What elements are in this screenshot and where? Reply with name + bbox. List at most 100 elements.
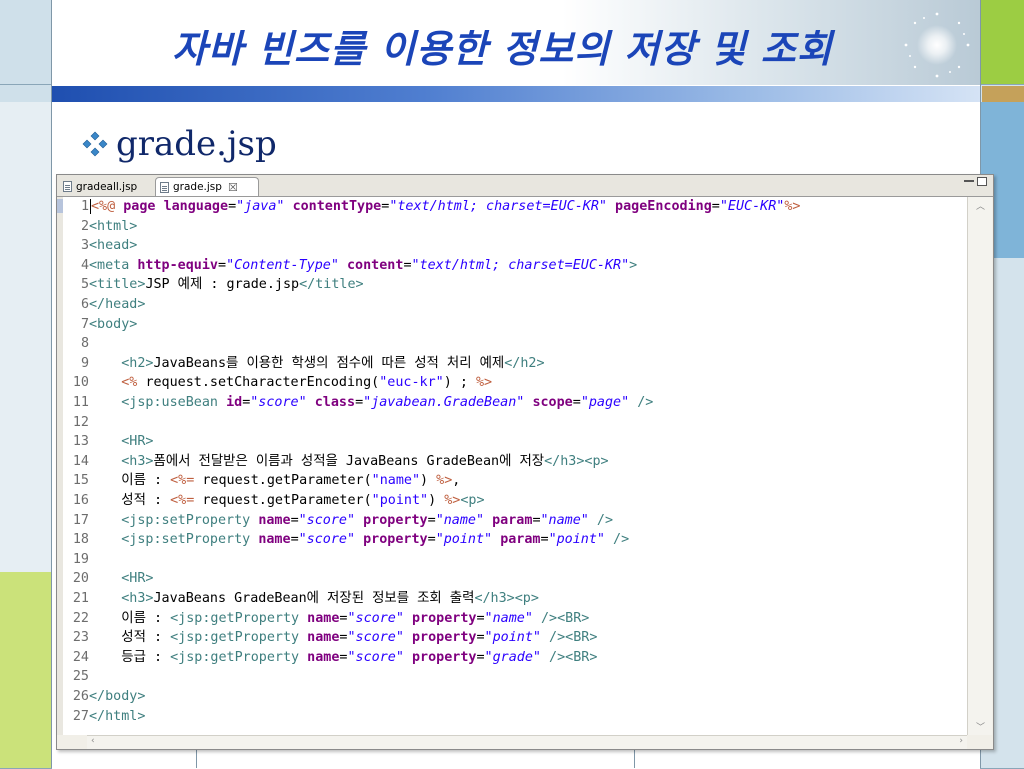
grid-line xyxy=(634,748,635,768)
code-token: "javabean.GradeBean" xyxy=(363,395,525,410)
code-line[interactable]: 23 성적 : <jsp:getProperty name = "score" pr… xyxy=(57,628,598,648)
code-line[interactable]: 5<title>JSP 예제 : grade.jsp</title> xyxy=(57,275,364,295)
line-number: 15 xyxy=(72,473,89,489)
code-token: "name" xyxy=(371,473,421,489)
file-icon xyxy=(160,181,169,193)
code-line[interactable]: 11 <jsp:useBean id="score" class="javabe… xyxy=(57,393,654,413)
code-line[interactable]: 12 xyxy=(57,413,89,433)
code-line[interactable]: 4<meta http-equiv="Content-Type" content… xyxy=(57,256,637,276)
code-token: 등급 : xyxy=(89,649,171,665)
scroll-right-icon[interactable]: › xyxy=(959,736,963,746)
code-area[interactable]: 1 <%@ page language="java" contentType="t… xyxy=(57,197,967,735)
code-token: "point" xyxy=(484,630,541,646)
code-token: name xyxy=(258,532,291,548)
code-line[interactable]: 2<html> xyxy=(57,217,137,237)
code-line[interactable]: 20 <HR> xyxy=(57,569,154,589)
code-token: = xyxy=(355,395,364,410)
maximize-icon[interactable] xyxy=(977,177,987,186)
code-token: <%= xyxy=(170,473,203,489)
code-line[interactable]: 26</body> xyxy=(57,687,146,707)
code-token: "name" xyxy=(435,512,485,528)
code-token: "score" xyxy=(298,532,356,548)
code-line[interactable]: 19 xyxy=(57,550,89,570)
code-token: id xyxy=(226,395,243,410)
code-token: property xyxy=(363,512,428,528)
code-line[interactable]: 27</html> xyxy=(57,707,146,727)
code-line[interactable]: 3<head> xyxy=(57,236,137,256)
line-number: 27 xyxy=(72,708,89,724)
code-line[interactable]: 15 이름 : <%= request.getParameter("name")… xyxy=(57,471,460,491)
sparkle-icon xyxy=(904,12,970,78)
horizontal-scrollbar[interactable]: ‹ › xyxy=(87,735,967,749)
code-line[interactable]: 22 이름 : <jsp:getProperty name = "score" pr… xyxy=(57,609,589,629)
code-token: <p> xyxy=(460,493,485,508)
code-token: /><BR> xyxy=(540,649,598,665)
code-token: </html> xyxy=(89,708,146,724)
code-line[interactable]: 1 <%@ page language="java" contentType="t… xyxy=(57,197,800,217)
vertical-scrollbar[interactable]: ︿ ﹀ xyxy=(967,197,992,735)
code-token: = xyxy=(427,532,436,548)
tab-grade-jsp[interactable]: grade.jsp ☒ xyxy=(155,177,259,196)
line-number: 11 xyxy=(72,395,89,410)
code-token: <h3> xyxy=(121,591,154,606)
close-tab-icon[interactable]: ☒ xyxy=(228,181,238,194)
code-token: <jsp:getProperty xyxy=(170,610,308,626)
code-line[interactable]: 17 <jsp:setProperty name="score" propert… xyxy=(57,511,613,531)
code-line[interactable]: 18 <jsp:setProperty name="score" propert… xyxy=(57,530,629,550)
code-editor-window: gradeall.jsp grade.jsp ☒ 1 <%@ page langu… xyxy=(56,174,994,750)
scroll-left-icon[interactable]: ‹ xyxy=(91,736,95,746)
code-line[interactable]: 14 <h3>폼에서 전달받은 이름과 성적을 JavaBeans GradeB… xyxy=(57,452,609,472)
code-token: %> xyxy=(436,473,453,489)
bullet-item: grade.jsp xyxy=(80,124,277,164)
code-token: = xyxy=(476,630,485,646)
left-decoration-strip xyxy=(0,0,52,769)
code-token: property xyxy=(411,649,477,665)
code-line[interactable]: 24 등급 : <jsp:getProperty name = "score" pr… xyxy=(57,648,598,668)
right-block-green xyxy=(980,0,1024,85)
code-token: "point" xyxy=(548,532,605,548)
line-number: 1 xyxy=(80,199,89,214)
scroll-down-icon[interactable]: ﹀ xyxy=(976,720,985,733)
code-token: ) xyxy=(428,493,445,508)
tab-gradeall-jsp[interactable]: gradeall.jsp xyxy=(59,177,155,196)
code-line[interactable]: 6</head> xyxy=(57,295,146,315)
code-token: /> xyxy=(629,395,654,410)
code-line[interactable]: 25 xyxy=(57,667,89,687)
code-token: = xyxy=(540,532,549,548)
minimize-icon[interactable] xyxy=(964,180,974,184)
code-line[interactable]: 21 <h3>JavaBeans GradeBean에 저장된 정보를 조회 출… xyxy=(57,589,539,609)
tab-label: gradeall.jsp xyxy=(76,180,138,193)
code-token: <meta xyxy=(89,257,138,273)
code-line[interactable]: 13 <HR> xyxy=(57,432,154,452)
code-token: "score" xyxy=(298,512,356,528)
scroll-up-icon[interactable]: ︿ xyxy=(976,199,985,212)
code-token: <%= xyxy=(170,493,203,508)
line-number: 4 xyxy=(80,257,89,273)
code-line[interactable]: 7<body> xyxy=(57,315,137,335)
code-line[interactable]: 10 <% request.setCharacterEncoding("euc-… xyxy=(57,373,492,393)
code-token: scope xyxy=(532,395,573,410)
code-token: "EUC-KR" xyxy=(719,199,785,214)
code-line[interactable]: 9 <h2>JavaBeans를 이용한 학생의 점수에 따른 성적 처리 예제… xyxy=(57,354,545,374)
code-token: <jsp:useBean xyxy=(121,395,227,410)
file-icon xyxy=(63,181,72,192)
code-token: <h2> xyxy=(121,355,154,371)
code-token: , xyxy=(452,473,461,489)
code-token: = xyxy=(228,199,237,214)
line-number: 24 xyxy=(72,649,89,665)
line-number: 20 xyxy=(72,571,89,587)
code-token: "name" xyxy=(484,610,533,626)
code-line[interactable]: 16 성적 : <%= request.getParameter("point"… xyxy=(57,491,485,511)
line-number: 21 xyxy=(72,591,89,606)
code-line[interactable]: 8 xyxy=(57,334,89,354)
code-token: "page" xyxy=(580,395,630,410)
